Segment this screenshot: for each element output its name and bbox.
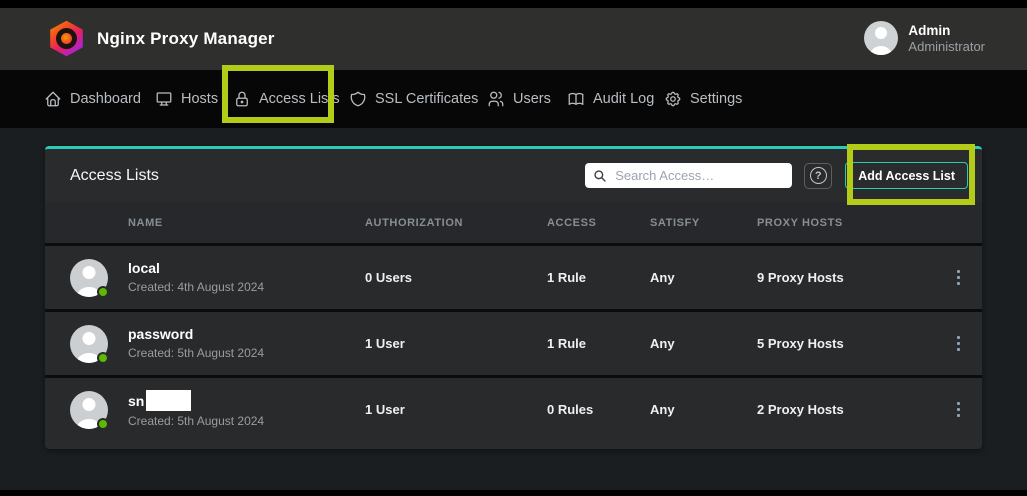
app-header: Nginx Proxy Manager Admin Administrator: [0, 8, 1027, 70]
avatar-wrap: [70, 391, 108, 429]
column-header: Proxy Hosts: [757, 217, 935, 229]
access-list-name: sn: [128, 390, 264, 411]
column-header: Access: [547, 217, 650, 229]
panel-header: Access Lists ? Add Access List: [45, 149, 982, 202]
authorization-cell: 1 User: [365, 402, 547, 417]
app-brand[interactable]: Nginx Proxy Manager: [48, 20, 275, 57]
nav-item[interactable]: Settings: [664, 90, 742, 108]
nav-item-label: Audit Log: [593, 91, 654, 107]
user-role: Administrator: [908, 39, 985, 55]
question-mark-icon: ?: [810, 167, 827, 184]
main-nav: Dashboard Hosts Access Lists SSL Certifi…: [0, 70, 1027, 128]
access-cell: 1 Rule: [547, 336, 650, 351]
avatar-head-shape: [83, 398, 96, 411]
user-info: Admin Administrator: [908, 22, 985, 55]
nav-item-label: Hosts: [181, 91, 218, 107]
online-status-dot: [97, 418, 109, 430]
search-input[interactable]: [615, 168, 784, 183]
kebab-menu-icon[interactable]: [951, 398, 966, 421]
redaction-overlay: [146, 390, 191, 411]
search-box[interactable]: [585, 163, 792, 188]
gear-icon: [664, 90, 682, 108]
nav-item-label: Access Lists: [259, 91, 340, 107]
name-block: local Created: 4th August 2024: [128, 259, 264, 296]
proxy-hosts-cell: 2 Proxy Hosts: [757, 402, 935, 417]
access-list-name: local: [128, 259, 264, 277]
name-cell: sn Created: 5th August 2024: [45, 390, 365, 430]
user-avatar: [864, 21, 898, 55]
name-cell: local Created: 4th August 2024: [45, 259, 365, 297]
nav-item-label: SSL Certificates: [375, 91, 478, 107]
name-block: password Created: 5th August 2024: [128, 325, 264, 362]
access-lists-panel: Access Lists ? Add Access List Name: [45, 146, 982, 449]
created-date: Created: 5th August 2024: [128, 345, 264, 362]
home-icon: [44, 90, 62, 108]
table-row[interactable]: local Created: 4th August 2024 0 Users 1…: [45, 243, 982, 309]
nginx-proxy-manager-logo-icon: [48, 20, 85, 57]
kebab-menu-icon[interactable]: [951, 266, 966, 289]
avatar-wrap: [70, 325, 108, 363]
nav-item[interactable]: Access Lists: [233, 90, 340, 108]
users-icon: [487, 90, 505, 108]
column-header: Authorization: [365, 217, 547, 229]
authorization-cell: 1 User: [365, 336, 547, 351]
monitor-icon: [155, 90, 173, 108]
row-actions-cell: [935, 398, 982, 421]
satisfy-cell: Any: [650, 336, 757, 351]
table-row[interactable]: password Created: 5th August 2024 1 User…: [45, 309, 982, 375]
avatar-head-shape: [875, 27, 887, 39]
access-cell: 1 Rule: [547, 270, 650, 285]
column-header: Name: [45, 217, 365, 229]
user-menu[interactable]: Admin Administrator: [864, 21, 985, 55]
help-button[interactable]: ?: [804, 163, 832, 189]
panel-title: Access Lists: [70, 167, 159, 185]
book-icon: [567, 90, 585, 108]
avatar-body-shape: [869, 46, 893, 55]
name-block: sn Created: 5th August 2024: [128, 390, 264, 430]
app-title: Nginx Proxy Manager: [97, 29, 275, 49]
avatar-wrap: [70, 259, 108, 297]
satisfy-cell: Any: [650, 402, 757, 417]
table-header: Name Authorization Access Satisfy Proxy …: [45, 202, 982, 243]
row-actions-cell: [935, 266, 982, 289]
name-cell: password Created: 5th August 2024: [45, 325, 365, 363]
table-body: local Created: 4th August 2024 0 Users 1…: [45, 243, 982, 441]
satisfy-cell: Any: [650, 270, 757, 285]
page-content: Access Lists ? Add Access List Name: [0, 128, 1027, 490]
nav-item[interactable]: Audit Log: [567, 90, 654, 108]
nav-item-label: Settings: [690, 91, 742, 107]
nav-item[interactable]: SSL Certificates: [349, 90, 478, 108]
nav-item[interactable]: Users: [487, 90, 551, 108]
column-header: Satisfy: [650, 217, 757, 229]
nav-item-label: Users: [513, 91, 551, 107]
search-icon: [593, 169, 607, 183]
created-date: Created: 5th August 2024: [128, 413, 264, 430]
avatar-head-shape: [83, 266, 96, 279]
avatar-head-shape: [83, 332, 96, 345]
proxy-hosts-cell: 9 Proxy Hosts: [757, 270, 935, 285]
row-actions-cell: [935, 332, 982, 355]
proxy-hosts-cell: 5 Proxy Hosts: [757, 336, 935, 351]
add-access-list-button[interactable]: Add Access List: [845, 162, 968, 189]
table-row[interactable]: sn Created: 5th August 2024 1 User 0 Rul…: [45, 375, 982, 441]
online-status-dot: [97, 352, 109, 364]
authorization-cell: 0 Users: [365, 270, 547, 285]
created-date: Created: 4th August 2024: [128, 279, 264, 296]
access-cell: 0 Rules: [547, 402, 650, 417]
nav-item-label: Dashboard: [70, 91, 141, 107]
access-list-name: password: [128, 325, 264, 343]
nav-item[interactable]: Hosts: [155, 90, 218, 108]
screen: Nginx Proxy Manager Admin Administrator …: [0, 0, 1027, 496]
lock-icon: [233, 90, 251, 108]
nav-item[interactable]: Dashboard: [44, 90, 141, 108]
kebab-menu-icon[interactable]: [951, 332, 966, 355]
user-name: Admin: [908, 22, 985, 39]
online-status-dot: [97, 286, 109, 298]
shield-icon: [349, 90, 367, 108]
